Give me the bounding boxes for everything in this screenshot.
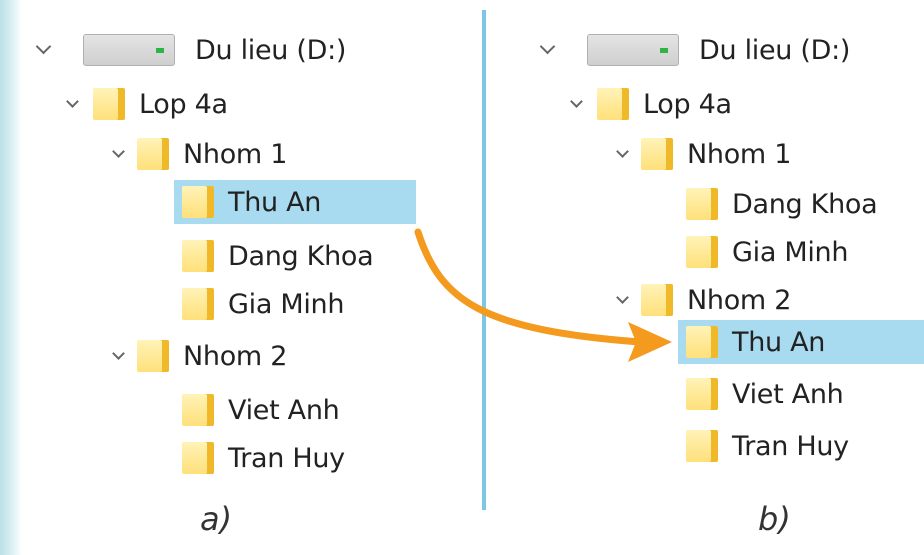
arrow-path [414, 228, 644, 346]
move-arrow [414, 228, 672, 362]
